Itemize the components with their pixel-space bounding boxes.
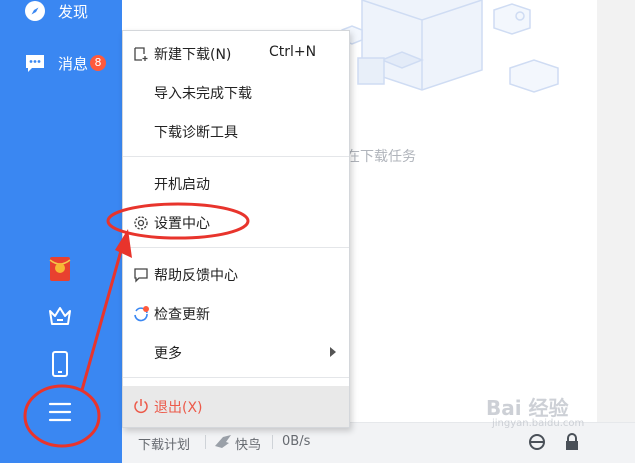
- gear-icon: [132, 214, 150, 232]
- divider: [205, 435, 206, 449]
- watermark-text: Bai 经验: [486, 396, 569, 420]
- menu-item-diagnostic-tool[interactable]: 下载诊断工具: [123, 113, 349, 149]
- menu-item-shortcut: Ctrl+N: [269, 44, 317, 60]
- menu-item-label: 退出(X): [154, 400, 203, 416]
- speed-mode-label[interactable]: 快鸟: [235, 434, 261, 453]
- menu-item-help-feedback[interactable]: 帮助反馈中心: [123, 256, 349, 292]
- unread-badge: 8: [90, 55, 107, 71]
- sidebar-item-discover[interactable]: 发现: [22, 0, 88, 24]
- download-plan-link[interactable]: 下载计划: [138, 434, 190, 453]
- crown-icon[interactable]: [46, 302, 74, 330]
- menu-item-label: 检查更新: [154, 307, 210, 323]
- menu-item-exit[interactable]: 退出(X): [123, 386, 349, 427]
- main-menu: 新建下载(N) Ctrl+N 导入未完成下载 下载诊断工具 开机启动 设置中心 …: [122, 30, 350, 428]
- feedback-icon: [132, 266, 150, 284]
- menu-item-auto-start[interactable]: 开机启动: [123, 165, 349, 201]
- new-download-icon: [132, 45, 150, 63]
- menu-item-label: 新建下载(N): [154, 47, 232, 63]
- menu-item-check-update[interactable]: 检查更新: [123, 295, 349, 331]
- menu-item-label: 开机启动: [154, 177, 210, 193]
- sidebar-item-messages[interactable]: 消息 8: [22, 50, 107, 76]
- sidebar-item-label: 消息: [58, 54, 89, 73]
- lock-icon[interactable]: [562, 432, 582, 452]
- right-panel: [597, 0, 635, 463]
- watermark-subtext: jingyan.baidu.com: [492, 418, 585, 429]
- chat-icon: [22, 50, 48, 76]
- menu-item-new-download[interactable]: 新建下载(N) Ctrl+N: [123, 35, 349, 71]
- compass-icon: [22, 0, 48, 24]
- watermark: Bai 经验 jingyan.baidu.com: [486, 392, 584, 429]
- browser-icon[interactable]: [527, 432, 547, 452]
- menu-item-settings[interactable]: 设置中心: [123, 204, 349, 240]
- download-speed: 0B/s: [282, 434, 311, 449]
- empty-state-text: 在下载任务: [346, 149, 416, 165]
- menu-item-label: 更多: [154, 346, 182, 362]
- menu-item-label: 下载诊断工具: [154, 125, 238, 141]
- bird-icon: [213, 432, 233, 452]
- menu-icon[interactable]: [46, 398, 74, 426]
- submenu-arrow-icon: [330, 347, 336, 357]
- menu-item-label: 帮助反馈中心: [154, 268, 238, 284]
- phone-icon[interactable]: [46, 350, 74, 378]
- menu-separator: [123, 247, 349, 248]
- red-envelope-icon[interactable]: [46, 255, 74, 283]
- menu-separator: [123, 156, 349, 157]
- power-icon: [132, 397, 150, 415]
- divider: [272, 435, 273, 449]
- menu-separator: [123, 377, 349, 378]
- refresh-icon: [132, 305, 150, 323]
- menu-item-label: 设置中心: [154, 216, 210, 232]
- menu-item-import-unfinished[interactable]: 导入未完成下载: [123, 74, 349, 110]
- sidebar-item-label: 发现: [58, 2, 89, 21]
- sidebar: 发现 消息 8: [0, 0, 122, 463]
- menu-item-label: 导入未完成下载: [154, 86, 252, 102]
- menu-item-more[interactable]: 更多: [123, 334, 349, 370]
